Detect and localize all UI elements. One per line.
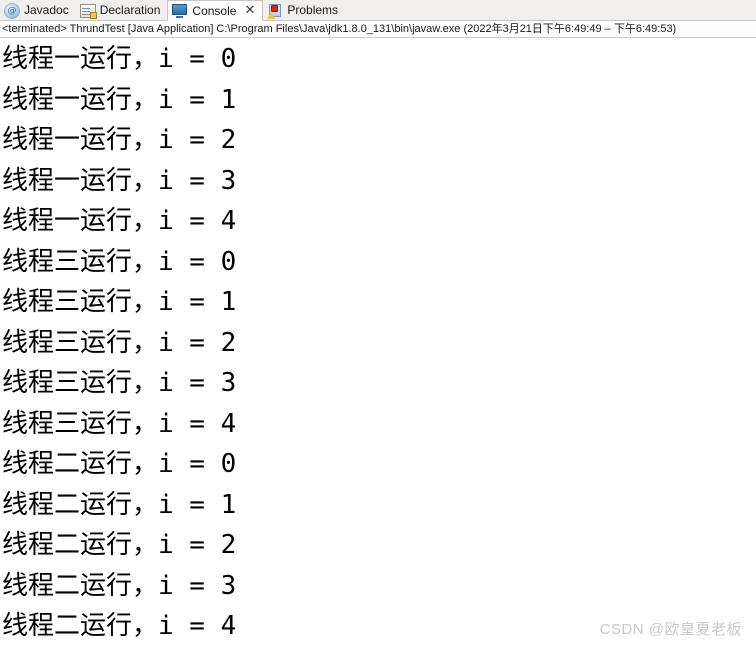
tab-declaration-label: Declaration xyxy=(99,3,161,17)
console-output-area[interactable]: 线程一运行，i = 0 线程一运行，i = 1 线程一运行，i = 2 线程一运… xyxy=(0,39,756,651)
console-line: 线程一运行，i = 2 xyxy=(2,125,237,155)
close-icon[interactable]: ✕ xyxy=(244,4,255,17)
tab-problems[interactable]: Problems xyxy=(263,0,345,20)
tab-javadoc[interactable]: @ Javadoc xyxy=(0,0,76,20)
console-line: 线程一运行，i = 3 xyxy=(2,165,237,196)
console-line: 线程三运行，i = 3 xyxy=(2,368,237,398)
tab-declaration[interactable]: Declaration xyxy=(76,0,168,20)
console-line: 线程二运行，i = 1 xyxy=(2,489,237,520)
declaration-icon xyxy=(79,3,97,19)
console-line: 线程三运行，i = 2 xyxy=(2,327,237,358)
console-line: 线程二运行，i = 3 xyxy=(2,570,237,601)
console-line: 线程三运行，i = 0 xyxy=(2,246,237,277)
console-monitor-icon xyxy=(172,3,188,19)
view-tab-bar: @ Javadoc Declaration Console ✕ Problems xyxy=(0,0,756,21)
console-line: 线程一运行，i = 0 xyxy=(2,44,237,74)
console-line: 线程一运行，i = 1 xyxy=(2,84,237,115)
console-line: 线程二运行，i = 2 xyxy=(2,530,237,560)
console-line: 线程三运行，i = 4 xyxy=(2,408,237,439)
console-line: 线程二运行，i = 0 xyxy=(2,449,237,479)
tab-problems-label: Problems xyxy=(287,3,339,17)
console-line: 线程一运行，i = 4 xyxy=(2,206,237,236)
console-status-line: <terminated> ThrundTest [Java Applicatio… xyxy=(0,21,756,38)
tab-console[interactable]: Console ✕ xyxy=(167,0,264,21)
problems-warning-icon xyxy=(267,3,283,19)
javadoc-at-icon: @ xyxy=(4,2,20,19)
console-line: 线程三运行，i = 1 xyxy=(2,287,237,317)
tab-console-label: Console xyxy=(192,3,237,18)
tab-javadoc-label: Javadoc xyxy=(24,3,69,17)
watermark: CSDN @欧皇夏老板 xyxy=(599,621,742,638)
